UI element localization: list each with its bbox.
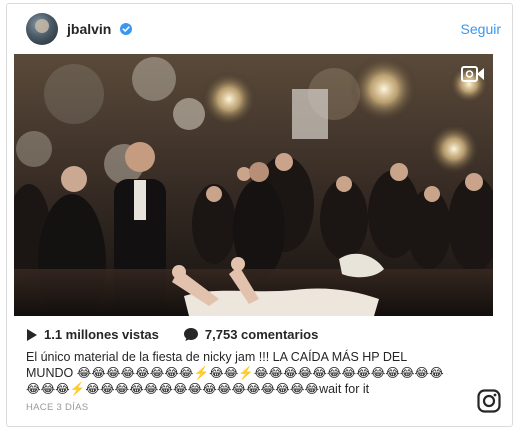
post-header: jbalvin Seguir (7, 4, 512, 54)
post-timestamp[interactable]: HACE 3 DÍAS (26, 402, 88, 413)
view-count: 1.1 millones vistas (44, 327, 159, 343)
post-stats: 1.1 millones vistas 7,753 comentarios (26, 326, 318, 344)
comment-count: 7,753 comentarios (204, 327, 319, 343)
video-frame (14, 54, 493, 316)
comment-bubble-icon (183, 328, 198, 342)
instagram-logo-icon[interactable] (477, 389, 501, 413)
avatar[interactable] (26, 13, 58, 45)
video-player[interactable] (14, 54, 493, 316)
play-icon (27, 328, 37, 341)
username[interactable]: jbalvin (67, 21, 111, 37)
video-camera-icon (461, 66, 484, 82)
post-caption: El único material de la fiesta de nicky … (26, 350, 444, 396)
verified-badge-icon (120, 23, 132, 35)
instagram-embed-card: jbalvin Seguir 1.1 millones vistas 7,753… (6, 3, 513, 427)
follow-button[interactable]: Seguir (461, 21, 501, 37)
